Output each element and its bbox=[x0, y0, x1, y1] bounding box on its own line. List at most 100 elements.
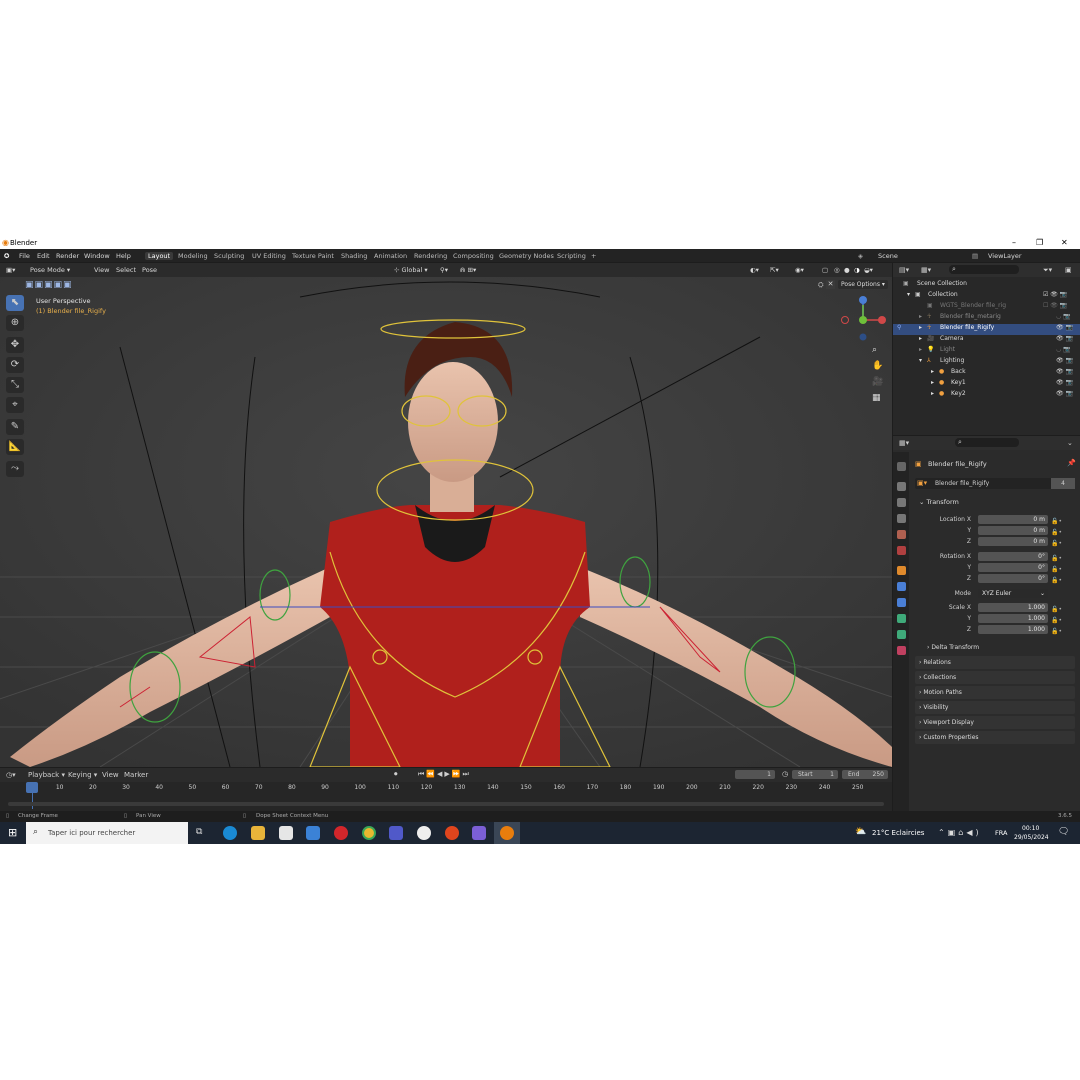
data-block-selector[interactable]: ▣▾ Blender file_Rigify 4 bbox=[915, 478, 1075, 489]
teams-icon[interactable] bbox=[389, 826, 403, 840]
tab-scripting[interactable]: Scripting bbox=[557, 252, 586, 260]
blender-menu-icon[interactable]: ✪ bbox=[4, 252, 9, 260]
menu-file[interactable]: File bbox=[19, 252, 30, 260]
scene-name-field[interactable]: Scene bbox=[878, 252, 898, 260]
rotation-mode-select[interactable]: XYZ Euler ⌄ bbox=[978, 589, 1048, 598]
visibility-toggle-icons[interactable]: 👁 📷 bbox=[1056, 324, 1073, 331]
properties-search-input[interactable]: ⌕ bbox=[955, 438, 1019, 447]
viewport-display-section[interactable]: › Viewport Display bbox=[915, 716, 1075, 729]
record-button[interactable]: ⏺ bbox=[394, 770, 398, 779]
playback-controls-icons[interactable]: ⏮⏪◀▶⏩⏭ bbox=[418, 770, 471, 779]
shading-rendered-icon[interactable]: ◒▾ bbox=[864, 266, 873, 274]
expand-icon[interactable]: ▾ bbox=[907, 291, 910, 298]
current-frame-field[interactable]: 1 bbox=[735, 770, 775, 779]
3d-viewport[interactable]: User Perspective (1) Blender file_Rigify… bbox=[0, 277, 892, 767]
clock-date[interactable]: 29/05/2024 bbox=[1014, 834, 1049, 841]
select-box-tool-icon[interactable]: ⬉ bbox=[6, 295, 24, 311]
expand-icon[interactable]: ▸ bbox=[919, 346, 922, 353]
minimize-button[interactable]: – bbox=[1012, 238, 1016, 247]
scale-x-field[interactable]: 1.000 bbox=[978, 603, 1048, 612]
outliner-row-rigify[interactable]: ⚲ ▸ ☥ Blender file_Rigify 👁 📷 bbox=[893, 324, 1080, 335]
tab-layout[interactable]: Layout bbox=[145, 252, 174, 260]
playhead[interactable] bbox=[26, 782, 38, 793]
lock-icons[interactable]: 🔓• 🔓• 🔓• bbox=[1051, 553, 1062, 586]
windows-start-icon[interactable]: ⊞ bbox=[8, 826, 17, 839]
transform-affect-icon[interactable]: ⛭ bbox=[818, 281, 824, 290]
transform-orientation[interactable]: ⊹ Global ▾ bbox=[394, 266, 428, 274]
end-frame-field[interactable]: End 250 bbox=[842, 770, 888, 779]
pose-options-button[interactable]: Pose Options ▾ bbox=[838, 280, 888, 289]
tab-uv-editing[interactable]: UV Editing bbox=[252, 252, 286, 260]
viewport-menu-pose[interactable]: Pose bbox=[142, 266, 157, 274]
outliner-row-camera[interactable]: ▸ 🎥 Camera 👁 📷 bbox=[893, 335, 1080, 346]
pan-hand-icon[interactable]: ✋ bbox=[872, 361, 883, 371]
users-count[interactable]: 4 bbox=[1051, 478, 1075, 489]
app-w-icon[interactable] bbox=[417, 826, 431, 840]
scene-tab-icon[interactable] bbox=[897, 530, 906, 539]
zoom-icon[interactable]: ⌕ bbox=[872, 345, 877, 355]
rotate-tool-icon[interactable]: ⟳ bbox=[6, 357, 24, 373]
outliner-row-lighting[interactable]: ▾ ⅄ Lighting 👁 📷 bbox=[893, 357, 1080, 368]
visibility-toggle-icons[interactable]: 👁 📷 bbox=[1056, 390, 1073, 397]
world-tab-icon[interactable] bbox=[897, 546, 906, 555]
close-region-icon[interactable]: ✕ bbox=[826, 280, 835, 289]
relations-section[interactable]: › Relations bbox=[915, 656, 1075, 669]
texture-tab-icon[interactable] bbox=[897, 646, 906, 655]
display-mode-icon[interactable]: ▦▾ bbox=[921, 266, 931, 274]
timeline-menu-marker[interactable]: Marker bbox=[124, 771, 148, 779]
view-layer-tab-icon[interactable] bbox=[897, 514, 906, 523]
frame-ruler[interactable]: 1102030405060708090100110120130140150160… bbox=[0, 782, 892, 794]
mail-icon[interactable] bbox=[306, 826, 320, 840]
expand-icon[interactable]: ▸ bbox=[931, 390, 934, 397]
visibility-toggle-icons[interactable]: ◡ 📷 bbox=[1056, 346, 1071, 353]
output-tab-icon[interactable] bbox=[897, 498, 906, 507]
maximize-button[interactable]: ❐ bbox=[1036, 238, 1043, 247]
chrome-icon[interactable] bbox=[362, 826, 376, 840]
opera-icon[interactable] bbox=[334, 826, 348, 840]
armature-data-tab-icon[interactable] bbox=[897, 630, 906, 639]
expand-icon[interactable]: ▸ bbox=[931, 368, 934, 375]
tab-animation[interactable]: Animation bbox=[374, 252, 407, 260]
custom-properties-section[interactable]: › Custom Properties bbox=[915, 731, 1075, 744]
location-x-field[interactable]: 0 m bbox=[978, 515, 1048, 524]
overlay-icon[interactable]: ◉▾ bbox=[795, 266, 804, 274]
add-workspace-button[interactable]: + bbox=[591, 252, 596, 260]
notification-icon[interactable]: 🗨 bbox=[1058, 827, 1069, 837]
filter-icon[interactable]: ⏷▾ bbox=[1043, 266, 1052, 275]
outliner-row-light[interactable]: ▸ 💡 Light ◡ 📷 bbox=[893, 346, 1080, 357]
tab-texture-paint[interactable]: Texture Paint bbox=[292, 252, 334, 260]
visibility-toggle-icons[interactable]: 👁 📷 bbox=[1056, 368, 1073, 375]
menu-render[interactable]: Render bbox=[56, 252, 79, 260]
menu-edit[interactable]: Edit bbox=[37, 252, 50, 260]
app-red-icon[interactable] bbox=[445, 826, 459, 840]
clock-icon[interactable]: ◷▾ bbox=[6, 771, 16, 779]
file-explorer-icon[interactable] bbox=[251, 826, 265, 840]
render-tab-icon[interactable] bbox=[897, 482, 906, 491]
tool-tab-icon[interactable] bbox=[897, 462, 906, 471]
shading-material-icon[interactable]: ◑ bbox=[854, 266, 860, 274]
transform-tool-icon[interactable]: ⌖ bbox=[6, 397, 24, 413]
scale-y-field[interactable]: 1.000 bbox=[978, 614, 1048, 623]
outliner-row-metarig[interactable]: ▸ ☥ Blender file_metarig ◡ 📷 bbox=[893, 313, 1080, 324]
lock-icons[interactable]: 🔓• 🔓• 🔓• bbox=[1051, 604, 1062, 637]
outliner-row-key2[interactable]: ▸ ● Key2 👁 📷 bbox=[893, 390, 1080, 401]
weather-icon[interactable]: ⛅ bbox=[855, 827, 866, 837]
outliner-row-key1[interactable]: ▸ ● Key1 👁 📷 bbox=[893, 379, 1080, 390]
timeline-menu-playback[interactable]: Playback ▾ bbox=[28, 771, 65, 779]
editor-type-icon[interactable]: ▣▾ bbox=[6, 266, 15, 274]
visibility-toggle-icons[interactable]: 👁 📷 bbox=[1056, 379, 1073, 386]
gizmo-icon[interactable]: ⇱▾ bbox=[770, 266, 779, 274]
lock-icons[interactable]: 🔓• 🔓• 🔓• bbox=[1051, 516, 1062, 549]
timeline-menu-view[interactable]: View bbox=[102, 771, 119, 779]
scale-z-field[interactable]: 1.000 bbox=[978, 625, 1048, 634]
tab-compositing[interactable]: Compositing bbox=[453, 252, 494, 260]
measure-tool-icon[interactable]: 📐 bbox=[6, 439, 24, 455]
xray-icon[interactable]: ▢ bbox=[822, 266, 828, 274]
snap-icon[interactable]: ⋒ ⊞▾ bbox=[460, 266, 476, 274]
viewport-menu-view[interactable]: View bbox=[94, 266, 109, 274]
rotation-z-field[interactable]: 0° bbox=[978, 574, 1048, 583]
discord-icon[interactable] bbox=[472, 826, 486, 840]
outliner-row-wgts[interactable]: ▣ WGTS_Blender file_rig ☐ 👁 📷 bbox=[893, 302, 1080, 313]
scale-tool-icon[interactable]: ⤡ bbox=[6, 377, 24, 393]
navigation-gizmo[interactable] bbox=[838, 295, 888, 345]
